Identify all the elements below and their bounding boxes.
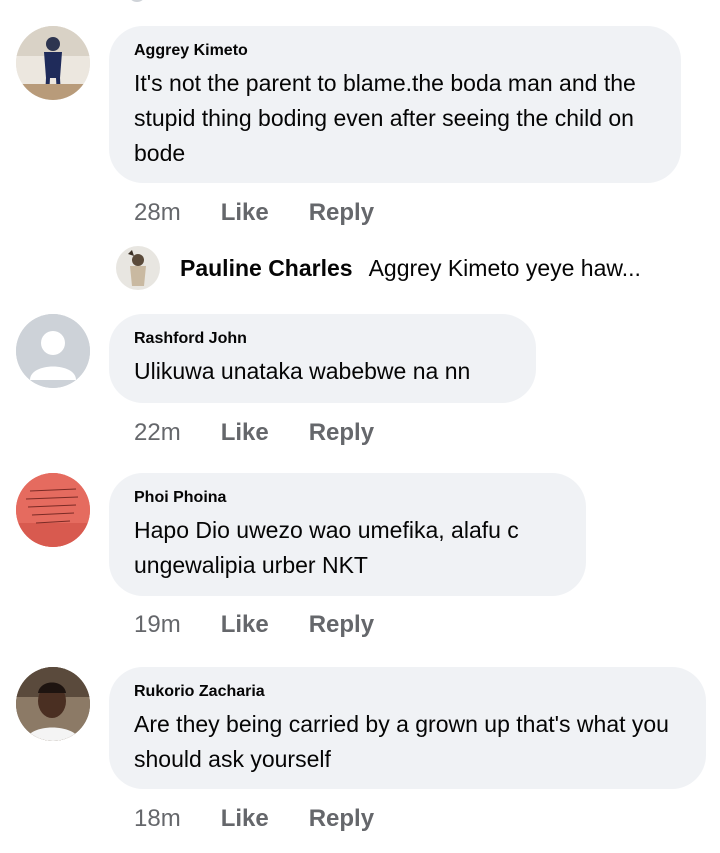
comment-author[interactable]: Rashford John xyxy=(134,328,511,350)
avatar[interactable] xyxy=(116,246,160,290)
comment-author[interactable]: Aggrey Kimeto xyxy=(134,40,656,62)
reply-button[interactable]: Reply xyxy=(309,199,374,227)
like-button[interactable]: Like xyxy=(221,611,269,639)
comment-text: It's not the parent to blame.the boda ma… xyxy=(134,70,636,166)
comment-text: Are they being carried by a grown up tha… xyxy=(134,711,669,772)
comment-actions: 22m Like Reply xyxy=(134,419,374,447)
avatar[interactable] xyxy=(16,667,90,741)
comment-bubble: Rashford John Ulikuwa unataka wabebwe na… xyxy=(109,314,536,403)
comment-bubble: Rukorio Zacharia Are they being carried … xyxy=(109,667,706,789)
previous-comment-remnant xyxy=(130,0,144,2)
reply-preview[interactable]: Pauline Charles Aggrey Kimeto yeye haw..… xyxy=(116,245,641,291)
reply-button[interactable]: Reply xyxy=(309,611,374,639)
comment-timestamp[interactable]: 18m xyxy=(134,805,181,833)
reply-text: Aggrey Kimeto yeye haw... xyxy=(368,254,641,281)
reply-author[interactable]: Pauline Charles xyxy=(180,255,353,282)
reply-button[interactable]: Reply xyxy=(309,805,374,833)
comment-author[interactable]: Rukorio Zacharia xyxy=(134,681,681,703)
like-button[interactable]: Like xyxy=(221,419,269,447)
comment-timestamp[interactable]: 22m xyxy=(134,419,181,447)
comment-text: Ulikuwa unataka wabebwe na nn xyxy=(134,358,471,384)
comment-timestamp[interactable]: 28m xyxy=(134,199,181,227)
comment-bubble: Phoi Phoina Hapo Dio uwezo wao umefika, … xyxy=(109,473,586,596)
comment-actions: 18m Like Reply xyxy=(134,805,374,833)
avatar[interactable] xyxy=(16,473,90,547)
avatar[interactable] xyxy=(16,26,90,100)
like-button[interactable]: Like xyxy=(221,805,269,833)
comment-bubble: Aggrey Kimeto It's not the parent to bla… xyxy=(109,26,681,183)
comment-actions: 19m Like Reply xyxy=(134,611,374,639)
comment-author[interactable]: Phoi Phoina xyxy=(134,487,561,509)
comment-text: Hapo Dio uwezo wao umefika, alafu c unge… xyxy=(134,517,519,578)
default-avatar-icon[interactable] xyxy=(16,314,90,388)
reply-button[interactable]: Reply xyxy=(309,419,374,447)
like-button[interactable]: Like xyxy=(221,199,269,227)
comment-actions: 28m Like Reply xyxy=(134,199,374,227)
comment-timestamp[interactable]: 19m xyxy=(134,611,181,639)
